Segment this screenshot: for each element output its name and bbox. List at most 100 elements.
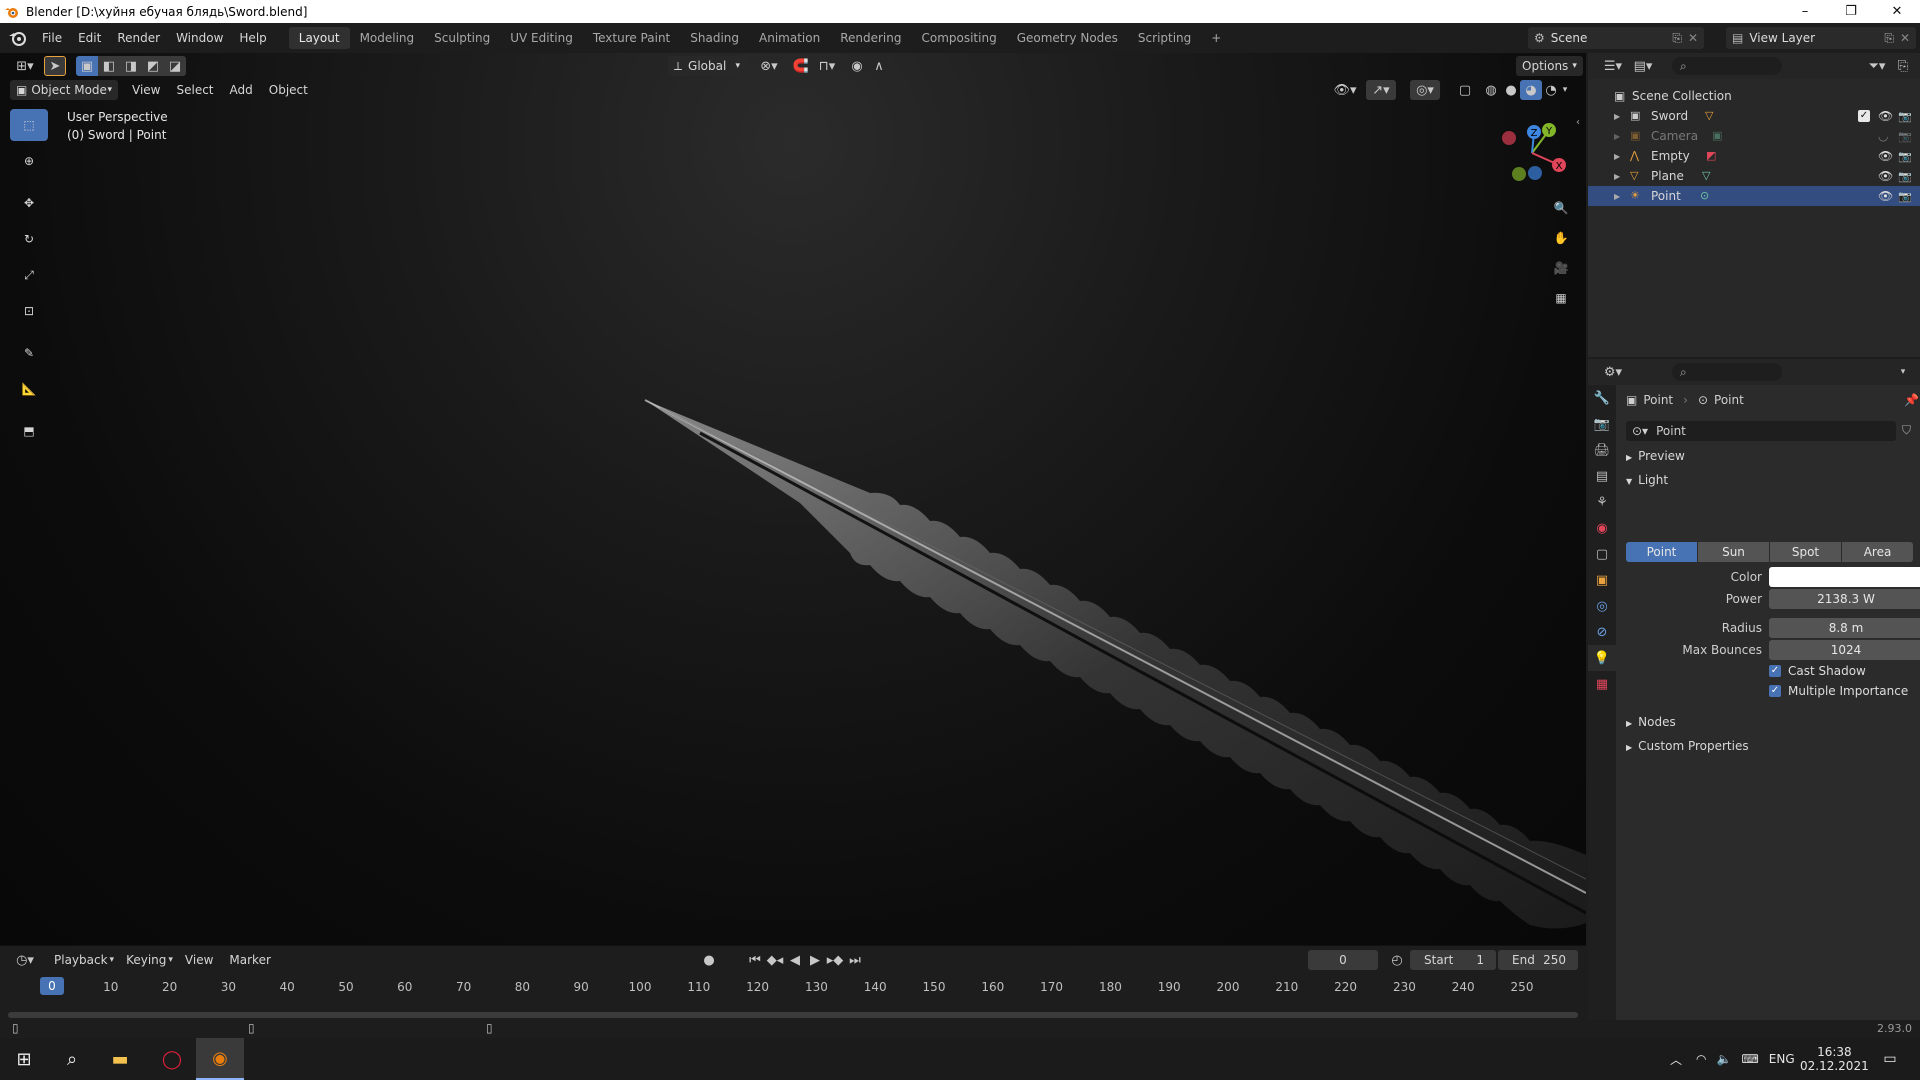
menu-view[interactable]: View [124,79,168,101]
measure-tool-icon[interactable]: 📐 [10,373,48,405]
new-view-layer-icon[interactable]: ⎘ [1884,31,1894,46]
timeline-scrollbar[interactable] [8,1012,1578,1018]
tool-tab-icon[interactable]: 🔧 [1588,385,1616,411]
menu-add[interactable]: Add [222,79,261,101]
pin-icon[interactable]: 📌 [1904,393,1919,407]
texture-tab-icon[interactable]: ▦ [1588,671,1616,697]
light-type-spot-button[interactable]: Spot [1770,542,1841,562]
outliner-row-sword[interactable]: ▶ ▣ Sword ▽ ✓ 👁 📷 [1588,106,1920,126]
gizmo-neg-z[interactable] [1528,166,1542,180]
menu-window[interactable]: Window [168,27,231,49]
transform-orientation-dropdown[interactable]: ⟂ Global ▾ [668,56,746,76]
view-layer-selector[interactable]: ▤ View Layer ⎘ ✕ [1726,27,1916,49]
light-data-tab-icon[interactable]: 💡 [1588,645,1616,671]
outliner-search-input[interactable]: ⌕ [1672,57,1782,75]
zoom-icon[interactable]: 🔍 [1546,193,1576,223]
delete-scene-icon[interactable]: ✕ [1688,31,1698,45]
fake-user-shield-icon[interactable]: ⛉ [1902,423,1911,438]
tab-animation[interactable]: Animation [749,27,830,49]
pan-hand-icon[interactable]: ✋ [1546,223,1576,253]
add-workspace-button[interactable]: + [1201,27,1231,49]
scale-tool-icon[interactable]: ⤢ [10,259,48,291]
light-datablock-selector[interactable]: ⊙▾ Point [1626,421,1896,441]
visibility-eye-icon[interactable]: 👁 [1878,169,1893,183]
end-frame-field[interactable]: End 250 [1498,950,1578,970]
falloff-icon[interactable]: ∧ [868,56,890,76]
pivot-point-icon[interactable]: ⊗▾ [754,56,784,76]
jump-keyframe-forward-icon[interactable]: ▸◆ [824,950,846,970]
snap-toggle-icon[interactable]: 🧲 [790,56,812,76]
menu-help[interactable]: Help [231,27,274,49]
view-layer-tab-icon[interactable]: ▤ [1588,463,1616,489]
overlay-toggle-icon[interactable]: ◎▾ [1410,80,1440,100]
new-scene-icon[interactable]: ⎘ [1672,31,1682,46]
windows-start-icon[interactable]: ⊞ [0,1038,48,1080]
select-tool-icon[interactable]: ➤ [44,56,66,76]
network-icon[interactable]: ◠ [1696,1052,1706,1066]
ortho-grid-icon[interactable]: ▦ [1546,283,1576,313]
menu-object[interactable]: Object [261,79,316,101]
wireframe-shading-icon[interactable]: ◍ [1480,80,1502,100]
collection-tab-icon[interactable]: ▢ [1588,541,1616,567]
properties-editor-type-icon[interactable]: ⚙▾ [1598,362,1628,382]
blender-menu-icon[interactable] [8,28,28,48]
power-field[interactable]: 2138.3 W [1769,589,1920,609]
expand-arrow-icon[interactable]: ▶ [1614,132,1620,141]
collapse-sidebar-icon[interactable]: ‹ [1576,117,1580,128]
color-swatch[interactable] [1769,567,1920,587]
outliner-row-plane[interactable]: ▶ ▽ Plane ▽ 👁 📷 [1588,166,1920,186]
tab-shading[interactable]: Shading [680,27,749,49]
cast-shadow-checkbox[interactable]: ✓ [1769,665,1781,677]
menu-select[interactable]: Select [168,79,221,101]
keyboard-icon[interactable]: ⌨ [1741,1052,1758,1066]
select-box-tool-icon[interactable]: ⬚ [10,109,48,141]
menu-timeline-view[interactable]: View [177,949,221,971]
mode-dropdown[interactable]: ▣ Object Mode ▾ [10,80,118,100]
max-bounces-field[interactable]: 1024 [1769,640,1920,660]
render-camera-icon[interactable]: 📷 [1898,190,1912,203]
outliner-scene-collection[interactable]: ▣ Scene Collection [1588,86,1920,106]
outliner-row-camera[interactable]: ▶ ▣ Camera ▣ ◡ 📷 [1588,126,1920,146]
gizmo-neg-x[interactable] [1502,131,1516,145]
menu-edit[interactable]: Edit [70,27,109,49]
multiple-importance-checkbox[interactable]: ✓ [1769,685,1781,697]
expand-arrow-icon[interactable]: ▶ [1614,152,1620,161]
current-frame-field[interactable]: 0 [1308,950,1378,970]
radius-field[interactable]: 8.8 m [1769,618,1920,638]
volume-icon[interactable]: 🔈 [1717,1052,1732,1066]
render-camera-icon[interactable]: 📷 [1898,170,1912,183]
render-tab-icon[interactable]: 📷 [1588,411,1616,437]
output-tab-icon[interactable]: 🖨 [1588,437,1616,463]
tab-modeling[interactable]: Modeling [350,27,425,49]
nodes-panel-header[interactable]: ▶ Nodes [1626,715,1676,729]
properties-search-input[interactable]: ⌕ [1672,363,1782,381]
render-camera-icon[interactable]: 📷 [1898,110,1912,123]
options-dropdown[interactable]: Options ▾ [1516,56,1583,76]
tray-chevron-up-icon[interactable]: ︿ [1670,1051,1682,1068]
solid-shading-icon[interactable]: ● [1500,80,1522,100]
light-type-area-button[interactable]: Area [1842,542,1913,562]
select-mode-extend-icon[interactable]: ◧ [98,56,120,76]
light-type-sun-button[interactable]: Sun [1698,542,1769,562]
auto-keying-icon[interactable]: ● [698,950,720,970]
menu-file[interactable]: File [34,27,70,49]
blender-taskbar-icon[interactable]: ◉ [196,1038,244,1080]
exclude-checkbox[interactable]: ✓ [1858,110,1870,122]
tab-geometry-nodes[interactable]: Geometry Nodes [1007,27,1128,49]
transform-tool-icon[interactable]: ⊡ [10,295,48,327]
select-mode-intersect-icon[interactable]: ◪ [164,56,186,76]
properties-options-icon[interactable]: ▾ [1892,362,1914,382]
annotate-tool-icon[interactable]: ✎ [10,337,48,369]
constraints-tab-icon[interactable]: ⊘ [1588,619,1616,645]
menu-playback[interactable]: Playback [46,949,116,971]
play-reverse-icon[interactable]: ◀ [784,950,806,970]
render-camera-icon[interactable]: 📷 [1898,150,1912,163]
close-button[interactable]: ✕ [1874,0,1920,23]
visibility-hidden-icon[interactable]: ◡ [1878,129,1888,143]
menu-keying[interactable]: Keying [118,949,174,971]
visibility-eye-icon[interactable]: 👁 [1878,109,1893,123]
visibility-eye-icon[interactable]: 👁 [1878,149,1893,163]
editor-type-icon[interactable]: ⊞▾ [10,56,40,76]
world-tab-icon[interactable]: ◉ [1588,515,1616,541]
light-panel-header[interactable]: ▼ Light [1626,473,1668,487]
